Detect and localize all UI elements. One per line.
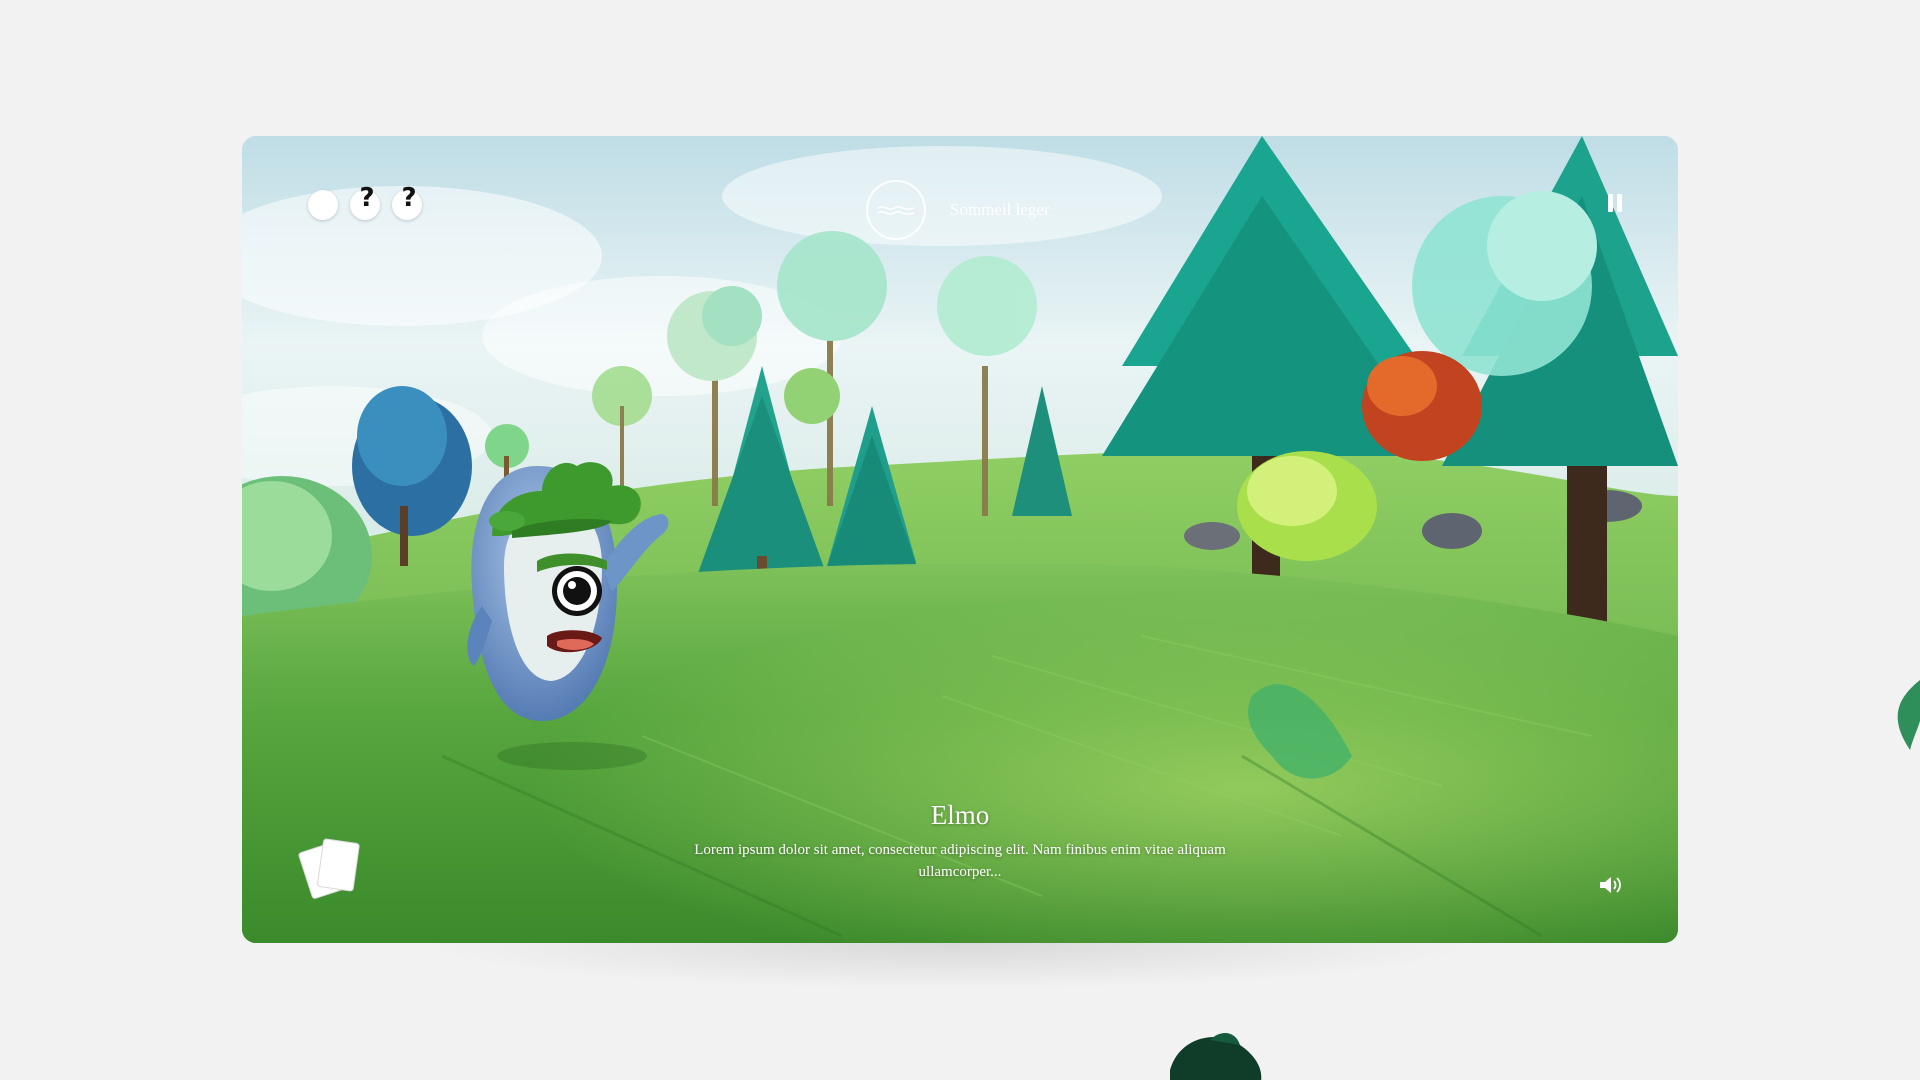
- floating-leaf-bottom: [1170, 1033, 1262, 1080]
- pause-icon[interactable]: [1608, 194, 1626, 214]
- speaker-icon: [1600, 877, 1621, 893]
- life-orb-full: [308, 190, 338, 220]
- sound-button[interactable]: [1598, 874, 1624, 896]
- pause-bar: [1617, 194, 1622, 212]
- wave-circle-icon: [866, 180, 926, 240]
- level-label: Sommeil leger: [950, 200, 1050, 219]
- cards-icon: [298, 838, 360, 899]
- game-viewport[interactable]: ? ? Sommeil leger Elmo Lorem ipsum dolor…: [242, 136, 1678, 943]
- speaker-name: Elmo: [930, 800, 990, 830]
- page: ? ? Sommeil leger Elmo Lorem ipsum dolor…: [0, 0, 1920, 1080]
- life-orb-unknown: ?: [392, 185, 422, 220]
- level-indicator: Sommeil leger: [866, 180, 1050, 240]
- dialogue-box: Elmo Lorem ipsum dolor sit amet, consect…: [660, 800, 1260, 883]
- life-orb-unknown: ?: [350, 185, 380, 220]
- dialogue-text: Lorem ipsum dolor sit amet, consectetur …: [694, 842, 1226, 880]
- lives-indicator: ? ?: [308, 185, 422, 220]
- floating-leaf-right: [1897, 680, 1920, 750]
- pause-bar: [1608, 194, 1613, 212]
- cards-button[interactable]: [294, 834, 368, 900]
